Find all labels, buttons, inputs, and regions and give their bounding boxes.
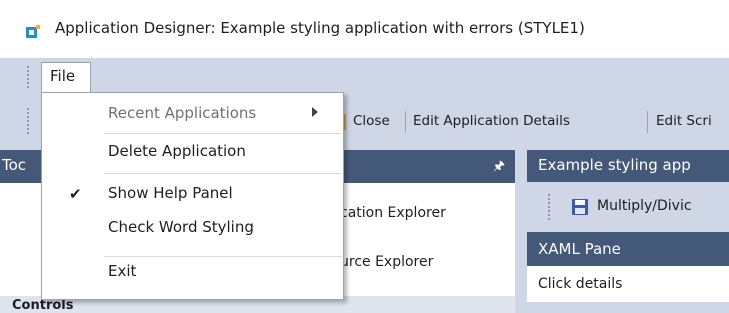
menu-item-label: Delete Application bbox=[108, 142, 246, 160]
menubar-grip-handle[interactable] bbox=[27, 66, 35, 90]
xaml-pane-footer bbox=[527, 302, 729, 313]
pin-icon[interactable]: 🖈 bbox=[493, 157, 505, 179]
menu-item-show-help-panel[interactable]: ✔ Show Help Panel bbox=[42, 177, 343, 211]
xaml-pane-title: XAML Pane bbox=[538, 240, 621, 258]
click-details-label: Click details bbox=[538, 276, 623, 292]
menu-item-label: Show Help Panel bbox=[108, 184, 233, 202]
menu-item-recent-applications[interactable]: Recent Applications bbox=[42, 97, 343, 131]
file-menu[interactable]: File bbox=[41, 62, 91, 92]
panel-splitter[interactable] bbox=[515, 150, 527, 313]
menu-separator bbox=[104, 173, 342, 174]
menu-item-label: Recent Applications bbox=[108, 104, 257, 122]
resource-explorer-tab[interactable]: urce Explorer bbox=[340, 254, 433, 270]
application-explorer-tab[interactable]: cation Explorer bbox=[340, 205, 446, 221]
multiply-divide-button[interactable]: Multiply/Divic bbox=[597, 198, 692, 214]
menu-item-label: Check Word Styling bbox=[108, 218, 254, 236]
menu-item-delete-application[interactable]: Delete Application bbox=[42, 135, 343, 169]
menu-separator bbox=[104, 133, 342, 134]
window-title: Application Designer: Example styling ap… bbox=[55, 19, 585, 37]
chevron-right-icon bbox=[312, 107, 318, 117]
edit-application-details-button[interactable]: Edit Application Details bbox=[413, 113, 570, 129]
save-icon[interactable] bbox=[572, 199, 588, 215]
file-dropdown-menu: Recent Applications Delete Application ✔… bbox=[41, 92, 344, 300]
toolbar-separator bbox=[405, 111, 406, 133]
designer-document-title: Example styling app bbox=[538, 156, 691, 174]
menu-item-check-word-styling[interactable]: Check Word Styling bbox=[42, 211, 343, 245]
app-designer-icon bbox=[26, 25, 40, 38]
title-bar: Application Designer: Example styling ap… bbox=[0, 0, 729, 58]
checkmark-icon: ✔ bbox=[69, 185, 82, 203]
edit-script-button[interactable]: Edit Scri bbox=[656, 113, 712, 129]
menu-item-label: Exit bbox=[108, 262, 137, 280]
controls-section-label: Controls bbox=[12, 298, 74, 313]
close-button[interactable]: Close bbox=[353, 113, 390, 129]
designer-toolbar-grip[interactable] bbox=[548, 194, 556, 222]
toolbar-separator bbox=[647, 111, 648, 133]
toolbar-grip-handle[interactable] bbox=[27, 108, 35, 138]
menu-item-exit[interactable]: Exit bbox=[42, 255, 343, 289]
toolbox-panel-title: Toc bbox=[2, 156, 27, 174]
